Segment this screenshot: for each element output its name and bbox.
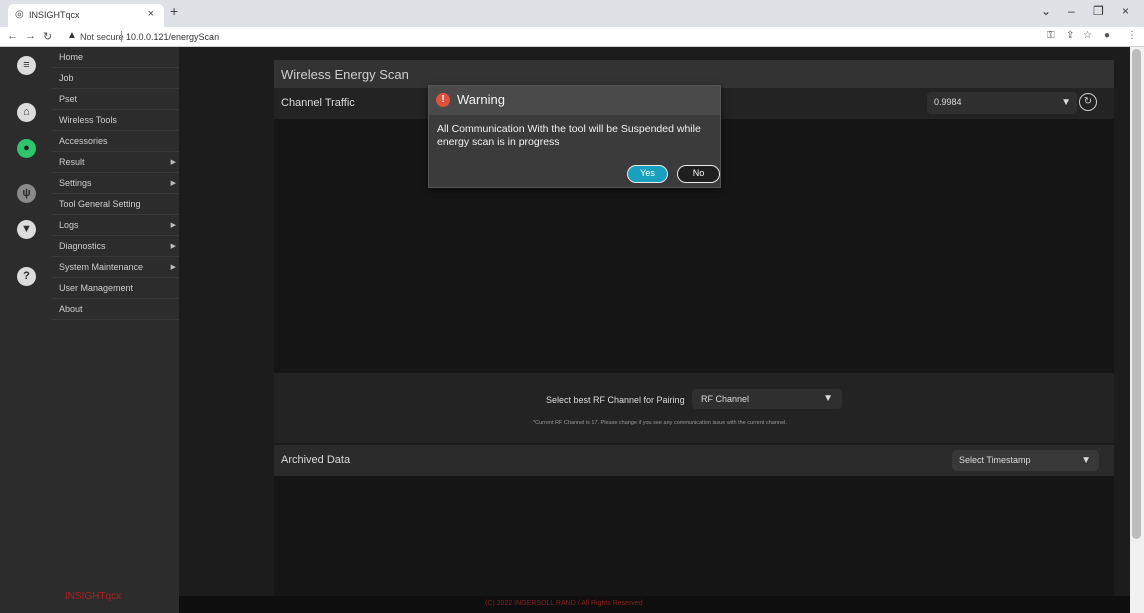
refresh-icon[interactable]: ↻ [1079, 93, 1097, 111]
archived-data-bar: Archived Data Select Timestamp ▼ [274, 445, 1114, 476]
help-icon[interactable]: ? [17, 267, 36, 286]
address-bar: ← → ↻ ▲ Not secure 10.0.0.121/energyScan… [0, 27, 1144, 47]
rf-pairing-label: Select best RF Channel for Pairing [546, 395, 685, 405]
sidebar-item-wireless-tools[interactable]: Wireless Tools [52, 110, 179, 131]
tab-title: INSIGHTqcx [29, 10, 80, 20]
menu-icon[interactable]: ≡ [17, 56, 36, 75]
home-icon[interactable]: ⌂ [17, 103, 36, 122]
footer: (C) 2022 INGERSOLL RAND / All Rights Res… [179, 596, 1130, 613]
sidebar-item-label: Wireless Tools [59, 115, 117, 125]
caret-down-icon: ▼ [1061, 97, 1071, 108]
maximize-button[interactable]: ❐ [1093, 4, 1104, 18]
divider [121, 31, 122, 42]
caret-down-icon: ▼ [823, 393, 833, 404]
sidebar-item-settings[interactable]: Settings ▶ [52, 173, 179, 194]
sidebar-item-job[interactable]: Job [52, 68, 179, 89]
sidebar-item-about[interactable]: About [52, 299, 179, 320]
scrollbar-thumb[interactable] [1132, 49, 1141, 539]
caret-down-icon: ▼ [1081, 455, 1091, 466]
sidebar-item-diagnostics[interactable]: Diagnostics ▶ [52, 236, 179, 257]
sidebar-item-label: Tool General Setting [59, 199, 141, 209]
sidebar-item-logs[interactable]: Logs ▶ [52, 215, 179, 236]
timestamp-select-text: Select Timestamp [959, 455, 1031, 465]
copyright-text: (C) 2022 INGERSOLL RAND / All Rights Res… [485, 600, 643, 607]
warning-dialog: ! Warning All Communication With the too… [428, 85, 721, 188]
chevron-down-icon[interactable]: ▼ [17, 220, 36, 239]
rf-channel-select[interactable]: RF Channel ▼ [692, 389, 842, 409]
dialog-message: All Communication With the tool will be … [437, 123, 701, 148]
sidebar-item-label: Diagnostics [59, 241, 106, 251]
dialog-header: ! Warning [429, 86, 720, 115]
caret-right-icon: ▶ [170, 222, 176, 229]
key-icon[interactable]: ⚿ [1047, 30, 1055, 41]
profile-icon[interactable]: ● [1104, 30, 1110, 41]
icon-sidebar: ≡ ⌂ ● ψ ▼ ? [0, 47, 52, 613]
sidebar-item-label: Result [59, 157, 85, 167]
sidebar-item-home[interactable]: Home [52, 47, 179, 68]
caret-right-icon: ▶ [170, 159, 176, 166]
forward-icon[interactable]: → [25, 30, 36, 42]
sidebar-item-label: System Maintenance [59, 262, 144, 272]
caret-right-icon: ▶ [170, 180, 176, 187]
star-icon[interactable]: ☆ [1083, 30, 1092, 41]
more-menu-icon[interactable]: ⋮ [1127, 30, 1137, 41]
sidebar-item-label: User Management [59, 283, 134, 293]
rf-channel-note: *Current RF Channel is 17. Please change… [533, 420, 787, 426]
scan-value-text: 0.9984 [934, 97, 962, 107]
minimize-button[interactable]: – [1068, 4, 1075, 18]
reload-icon[interactable]: ↻ [43, 30, 52, 43]
brand-logo-text: INSIGHTqcx [65, 591, 122, 602]
yes-button[interactable]: Yes [627, 165, 668, 183]
alert-icon: ! [436, 93, 450, 107]
url-input[interactable]: 10.0.0.121/energyScan [126, 32, 219, 42]
sidebar-item-accessories[interactable]: Accessories [52, 131, 179, 152]
sidebar-item-label: Accessories [59, 136, 108, 146]
caret-right-icon: ▶ [170, 243, 176, 250]
rf-channel-text: RF Channel [701, 394, 750, 404]
sidebar-item-user-management[interactable]: User Management [52, 278, 179, 299]
sidebar-item-label: About [59, 304, 83, 314]
sidebar-item-label: Home [59, 52, 84, 62]
archived-data-label: Archived Data [281, 454, 351, 466]
sidebar-item-pset[interactable]: Pset [52, 89, 179, 110]
close-window-button[interactable]: × [1122, 4, 1129, 18]
no-button[interactable]: No [677, 165, 720, 183]
tab-close-icon[interactable]: × [148, 8, 154, 20]
timestamp-select[interactable]: Select Timestamp ▼ [952, 450, 1099, 471]
archived-data-area [274, 476, 1114, 596]
usb-icon[interactable]: ψ [17, 184, 36, 203]
user-icon[interactable]: ● [17, 139, 36, 158]
browser-tab-bar: ◎ INSIGHTqcx × + ⌄ – ❐ × [0, 0, 1144, 27]
not-secure-label[interactable]: Not secure [80, 32, 124, 42]
warning-triangle-icon[interactable]: ▲ [67, 30, 77, 41]
page-title: Wireless Energy Scan [281, 67, 409, 82]
sidebar-item-label: Pset [59, 94, 78, 104]
caret-right-icon: ▶ [170, 264, 176, 271]
new-tab-button[interactable]: + [170, 3, 178, 19]
dialog-title: Warning [457, 92, 505, 107]
sidebar-menu: Home Job Pset Wireless Tools Accessories… [52, 47, 179, 613]
browser-tab[interactable]: ◎ INSIGHTqcx × [8, 4, 164, 27]
sidebar-item-label: Job [59, 73, 74, 83]
rf-pairing-section: Select best RF Channel for Pairing RF Ch… [274, 373, 1114, 443]
sidebar-item-result[interactable]: Result ▶ [52, 152, 179, 173]
globe-icon: ◎ [15, 9, 24, 20]
sidebar-item-label: Settings [59, 178, 92, 188]
share-icon[interactable]: ⇪ [1066, 30, 1074, 41]
panel-header: Wireless Energy Scan [274, 60, 1114, 88]
scan-value-select[interactable]: 0.9984 ▼ [927, 92, 1077, 114]
tab-search-icon[interactable]: ⌄ [1041, 4, 1051, 18]
sidebar-item-system-maintenance[interactable]: System Maintenance ▶ [52, 257, 179, 278]
back-icon[interactable]: ← [7, 30, 18, 42]
sidebar-item-tool-general-setting[interactable]: Tool General Setting [52, 194, 179, 215]
sidebar-item-label: Logs [59, 220, 79, 230]
channel-traffic-label: Channel Traffic [281, 97, 355, 109]
